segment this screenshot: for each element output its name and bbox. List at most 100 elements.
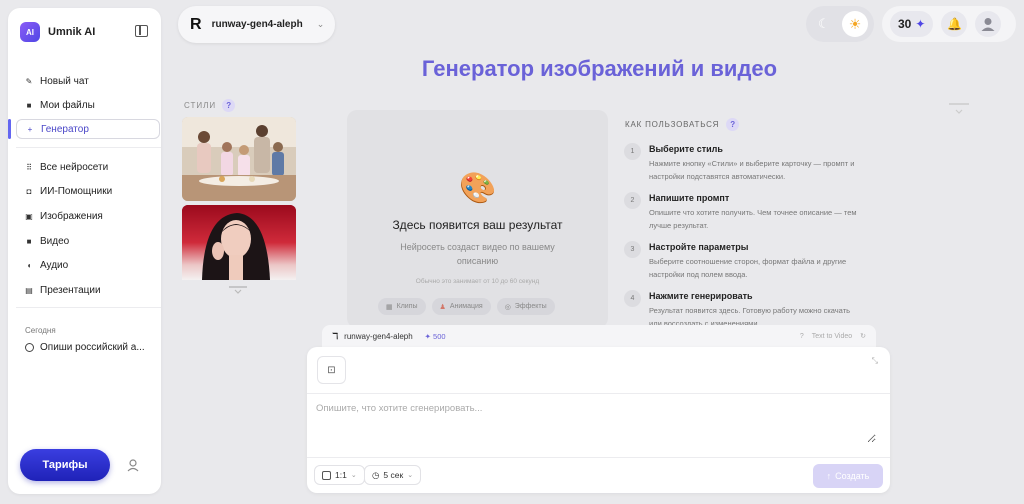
chip-label: Анимация bbox=[449, 303, 483, 310]
composer-header: ℸ runway-gen4-aleph ✦ 500 ? Text to Vide… bbox=[322, 325, 876, 347]
app-name: Umnik AI bbox=[48, 26, 96, 38]
runway-logo-icon: R bbox=[190, 15, 202, 33]
help-icon[interactable]: ? bbox=[800, 333, 804, 340]
how-to-title: КАК ПОЛЬЗОВАТЬСЯ ? bbox=[625, 118, 740, 131]
styles-label: СТИЛИ ? bbox=[184, 99, 236, 112]
composer-model-name: runway-gen4-aleph bbox=[344, 331, 413, 341]
sidebar-toggle-icon[interactable] bbox=[135, 25, 148, 37]
step-title: Напишите промпт bbox=[649, 193, 730, 203]
chip-label: Эффекты bbox=[514, 303, 547, 310]
style-card-family[interactable] bbox=[182, 117, 296, 201]
recent-chat-label: Опиши российский а... bbox=[40, 342, 145, 353]
chevron-down-icon: ⌄ bbox=[350, 472, 357, 479]
step-description: Нажмите кнопку «Стили» и выберите карточ… bbox=[649, 159, 855, 181]
attach-image-button[interactable]: ⊡ bbox=[317, 356, 346, 384]
tariffs-button[interactable]: Тарифы bbox=[20, 449, 110, 481]
image-icon: ▣ bbox=[25, 211, 33, 221]
refresh-icon[interactable]: ↻ bbox=[860, 332, 866, 340]
how-to-scroll-icon[interactable] bbox=[947, 100, 971, 120]
page-title: Генератор изображений и видео bbox=[421, 56, 778, 81]
avatar[interactable] bbox=[975, 11, 1002, 37]
chat-icon bbox=[25, 343, 34, 352]
sidebar-item-label: Все нейросети bbox=[40, 161, 109, 173]
help-icon[interactable]: ? bbox=[222, 99, 236, 112]
sidebar-item-audio[interactable]: ◖ Аудио bbox=[16, 255, 160, 275]
prompt-input[interactable] bbox=[316, 403, 876, 443]
step-title: Нажмите генерировать bbox=[649, 291, 753, 301]
create-label: Создать bbox=[835, 471, 870, 481]
cost-value: 500 bbox=[433, 331, 446, 341]
divider bbox=[16, 147, 161, 148]
duration-select[interactable]: ◷ 5 сек ⌄ bbox=[364, 465, 422, 485]
chip-effects[interactable]: ◎ Эффекты bbox=[496, 298, 555, 315]
clip-icon: ▦ bbox=[386, 303, 393, 311]
sidebar-item-my-files[interactable]: ■ Мои файлы bbox=[16, 95, 160, 115]
theme-toggle[interactable]: ☾ ☀ bbox=[806, 6, 874, 42]
model-logo-icon: ℸ bbox=[332, 330, 339, 341]
brand[interactable]: AI Umnik AI bbox=[20, 22, 95, 42]
active-indicator bbox=[8, 119, 11, 139]
audio-icon: ◖ bbox=[26, 260, 32, 270]
styles-scroll-down-icon[interactable] bbox=[228, 285, 248, 295]
arrow-up-icon: ↑ bbox=[826, 471, 832, 481]
sidebar-item-ai-assistants[interactable]: ◘ ИИ-Помощники bbox=[16, 181, 160, 201]
result-hint: Обычно это занимает от 10 до 60 секунд bbox=[415, 278, 540, 285]
divider bbox=[307, 457, 890, 458]
duration-value: 5 сек bbox=[383, 470, 404, 480]
sidebar-item-label: Изображения bbox=[40, 210, 103, 222]
sidebar-item-label: Генератор bbox=[41, 123, 89, 135]
top-actions: 30 ✦ 🔔 bbox=[882, 6, 1016, 42]
mode-label[interactable]: Text to Video bbox=[812, 333, 852, 340]
presentation-icon: ▤ bbox=[25, 285, 33, 295]
person-icon: ♟ bbox=[439, 303, 446, 311]
sidebar-item-images[interactable]: ▣ Изображения bbox=[16, 206, 160, 226]
credits-badge[interactable]: 30 ✦ bbox=[890, 11, 934, 37]
sidebar-item-label: Видео bbox=[40, 235, 70, 247]
moon-icon[interactable]: ☾ bbox=[818, 16, 830, 32]
composer-cost: ✦ 500 bbox=[424, 331, 446, 341]
chip-animation[interactable]: ♟ Анимация bbox=[431, 298, 491, 315]
step-title: Выберите стиль bbox=[649, 144, 723, 154]
result-subtitle: Нейросеть создаст видео по вашему описан… bbox=[400, 242, 555, 266]
model-selector[interactable]: R runway-gen4-aleph ⌄ bbox=[178, 6, 335, 43]
divider bbox=[16, 307, 161, 308]
sidebar-item-all-networks[interactable]: ⠿ Все нейросети bbox=[16, 157, 160, 177]
clock-icon: ◷ bbox=[372, 469, 380, 480]
sidebar-item-label: Аудио bbox=[40, 259, 69, 271]
step-number: 2 bbox=[624, 192, 641, 209]
aspect-ratio-select[interactable]: 1:1 ⌄ bbox=[314, 465, 365, 485]
aspect-ratio-value: 1:1 bbox=[335, 470, 347, 480]
app-logo: AI bbox=[20, 22, 40, 42]
help-icon[interactable]: ? bbox=[726, 118, 740, 131]
style-card-family-image bbox=[182, 117, 296, 201]
sidebar-item-presentations[interactable]: ▤ Презентации bbox=[16, 280, 160, 300]
sun-icon[interactable]: ☀ bbox=[842, 11, 868, 37]
styles-label-text: СТИЛИ bbox=[184, 101, 217, 110]
create-button[interactable]: ↑ Создать bbox=[813, 464, 883, 488]
style-card-portrait[interactable] bbox=[182, 205, 296, 280]
model-name: runway-gen4-aleph bbox=[211, 19, 303, 30]
step-description: Опишите что хотите получить. Чем точнее … bbox=[649, 208, 857, 230]
result-panel: 🎨 Здесь появится ваш результат Нейросеть… bbox=[347, 110, 608, 328]
robot-icon: ◘ bbox=[26, 186, 32, 196]
user-avatar-icon bbox=[981, 18, 995, 31]
recent-chat-item[interactable]: Опиши российский а... bbox=[25, 342, 145, 353]
effects-icon: ◎ bbox=[504, 303, 511, 311]
result-title: Здесь появится ваш результат bbox=[392, 218, 563, 232]
sidebar-item-video[interactable]: ■ Видео bbox=[16, 231, 160, 251]
step-number: 1 bbox=[624, 143, 641, 160]
expand-icon[interactable]: ⤡ bbox=[872, 356, 878, 366]
chip-clips[interactable]: ▦ Клипы bbox=[378, 298, 426, 315]
style-card-portrait-image bbox=[182, 205, 296, 280]
sidebar-item-generator[interactable]: + Генератор bbox=[16, 119, 160, 139]
folder-icon: ■ bbox=[26, 100, 32, 110]
sidebar-item-label: Мои файлы bbox=[40, 99, 95, 111]
composer-header-right: ? Text to Video ↻ bbox=[800, 332, 866, 341]
step-description: Выберите соотношение сторон, формат файл… bbox=[649, 257, 847, 279]
video-icon: ■ bbox=[26, 236, 32, 246]
aspect-ratio-icon bbox=[322, 470, 331, 480]
bell-icon[interactable]: 🔔 bbox=[941, 11, 968, 37]
sparkle-icon: ✦ bbox=[915, 17, 926, 31]
sidebar-item-label: Презентации bbox=[40, 284, 101, 296]
user-icon[interactable] bbox=[126, 458, 140, 472]
